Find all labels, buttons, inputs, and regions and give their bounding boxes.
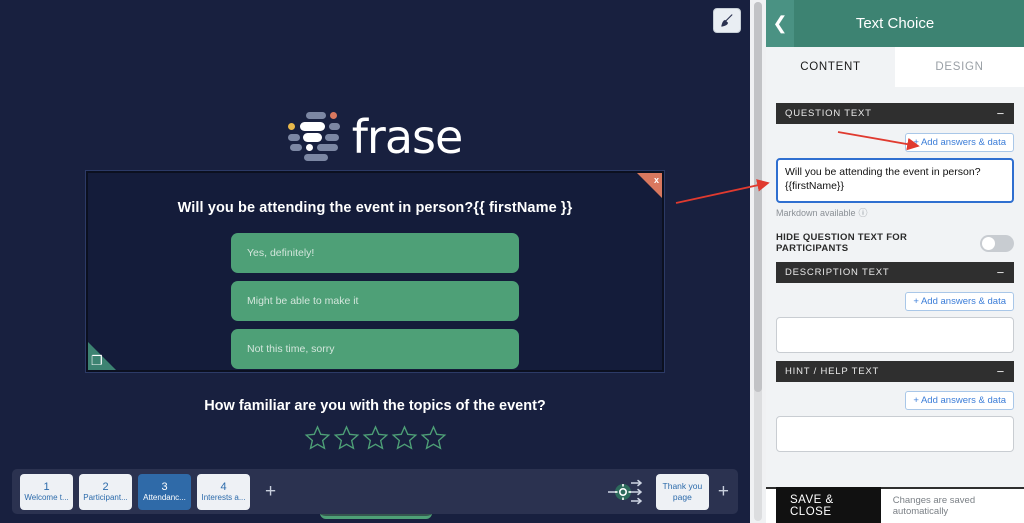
scrollbar-thumb[interactable] [754, 2, 762, 392]
question-title: Will you be attending the event in perso… [177, 200, 573, 216]
chevron-left-icon[interactable]: ❮ [766, 0, 794, 47]
description-text-input[interactable] [776, 317, 1014, 353]
page-number: 4 [220, 480, 227, 493]
answer-option[interactable]: Yes, definitely! [231, 233, 519, 273]
tab-content[interactable]: CONTENT [766, 47, 895, 87]
hide-question-toggle[interactable] [980, 234, 1014, 252]
frase-logo-mark [287, 110, 340, 164]
close-x-label: x [653, 175, 659, 185]
page-navigator-toolbar: 1 Welcome t... 2 Participant... 3 Attend… [12, 469, 738, 514]
add-row-hint: + Add answers & data [776, 391, 1014, 410]
toggle-knob [982, 236, 996, 250]
page-label: Attendanc... [143, 493, 186, 503]
form-preview-canvas: frase x ❐ Will you be attending the even… [0, 0, 750, 523]
add-answers-data-button-question[interactable]: + Add answers & data [905, 133, 1014, 152]
duplicate-glyph: ❐ [91, 353, 103, 368]
markdown-note: Markdown available ⓘ [776, 206, 1014, 219]
logic-gear-icon[interactable] [596, 477, 656, 507]
close-x-icon[interactable]: x [637, 173, 662, 198]
thank-you-page-thumb[interactable]: Thank you page [655, 473, 709, 510]
answer-options-list: Yes, definitely! Might be able to make i… [88, 233, 662, 369]
hint-text-input[interactable] [776, 416, 1014, 452]
answer-option[interactable]: Not this time, sorry [231, 329, 519, 369]
section-title: HINT / HELP TEXT [785, 366, 880, 377]
panel-footer: SAVE & CLOSE Changes are saved automatic… [766, 487, 1024, 523]
save-and-close-button[interactable]: SAVE & CLOSE [776, 487, 881, 523]
panel-scrollbar[interactable] [750, 0, 766, 523]
rating-question-title: How familiar are you with the topics of … [204, 398, 546, 414]
section-header-hint-text[interactable]: HINT / HELP TEXT − [776, 361, 1014, 382]
duplicate-icon[interactable]: ❐ [88, 342, 116, 370]
frase-logo: frase [0, 110, 750, 164]
page-thumb-3[interactable]: 3 Attendanc... [138, 473, 191, 510]
hide-question-label: HIDE QUESTION TEXT FOR PARTICIPANTS [776, 232, 908, 254]
page-thumb-4[interactable]: 4 Interests a... [197, 473, 250, 510]
panel-title: Text Choice [855, 15, 935, 32]
answer-option[interactable]: Might be able to make it [231, 281, 519, 321]
collapse-icon[interactable]: − [997, 365, 1005, 378]
page-number: 2 [102, 480, 109, 493]
section-header-description-text[interactable]: DESCRIPTION TEXT − [776, 262, 1014, 283]
page-thumb-2[interactable]: 2 Participant... [79, 473, 132, 510]
paintbrush-icon[interactable] [713, 8, 741, 33]
panel-body: QUESTION TEXT − + Add answers & data Wil… [766, 87, 1024, 487]
star-icon[interactable] [391, 424, 418, 451]
question-card-text-choice[interactable]: x ❐ Will you be attending the event in p… [85, 170, 665, 373]
page-label: Interests a... [201, 493, 246, 503]
tab-design[interactable]: DESIGN [895, 47, 1024, 87]
collapse-icon[interactable]: − [997, 266, 1005, 279]
page-thumb-1[interactable]: 1 Welcome t... [20, 473, 73, 510]
page-thumbnail-list: 1 Welcome t... 2 Participant... 3 Attend… [12, 473, 285, 510]
section-header-question-text[interactable]: QUESTION TEXT − [776, 103, 1014, 124]
add-row-question: + Add answers & data [776, 133, 1014, 152]
markdown-note-label: Markdown available [776, 207, 856, 218]
star-rating-control[interactable] [0, 424, 750, 451]
add-answers-data-button-hint[interactable]: + Add answers & data [905, 391, 1014, 410]
properties-panel: ❮ Text Choice CONTENT DESIGN QUESTION TE… [766, 0, 1024, 523]
survey-builder-app: frase x ❐ Will you be attending the even… [0, 0, 1024, 523]
rating-question-block: How familiar are you with the topics of … [0, 398, 750, 451]
star-icon[interactable] [362, 424, 389, 451]
star-icon[interactable] [304, 424, 331, 451]
section-title: DESCRIPTION TEXT [785, 267, 890, 278]
panel-header: ❮ Text Choice [766, 0, 1024, 47]
add-page-button[interactable]: + [256, 482, 285, 501]
section-title: QUESTION TEXT [785, 108, 872, 119]
add-ending-page-button[interactable]: + [709, 482, 738, 501]
question-text-input[interactable]: Will you be attending the event in perso… [776, 158, 1014, 203]
panel-tabs: CONTENT DESIGN [766, 47, 1024, 87]
star-icon[interactable] [333, 424, 360, 451]
collapse-icon[interactable]: − [997, 107, 1005, 120]
add-answers-data-button-description[interactable]: + Add answers & data [905, 292, 1014, 311]
help-circle-icon[interactable]: ⓘ [859, 206, 868, 219]
page-label: Participant... [83, 493, 128, 503]
hide-question-toggle-row: HIDE QUESTION TEXT FOR PARTICIPANTS [776, 232, 1014, 254]
page-number: 1 [43, 480, 50, 493]
page-label: Welcome t... [24, 493, 69, 503]
add-row-description: + Add answers & data [776, 292, 1014, 311]
star-icon[interactable] [420, 424, 447, 451]
page-number: 3 [161, 480, 168, 493]
autosave-note: Changes are saved automatically [892, 495, 976, 517]
frase-logo-wordmark: frase [351, 110, 464, 164]
